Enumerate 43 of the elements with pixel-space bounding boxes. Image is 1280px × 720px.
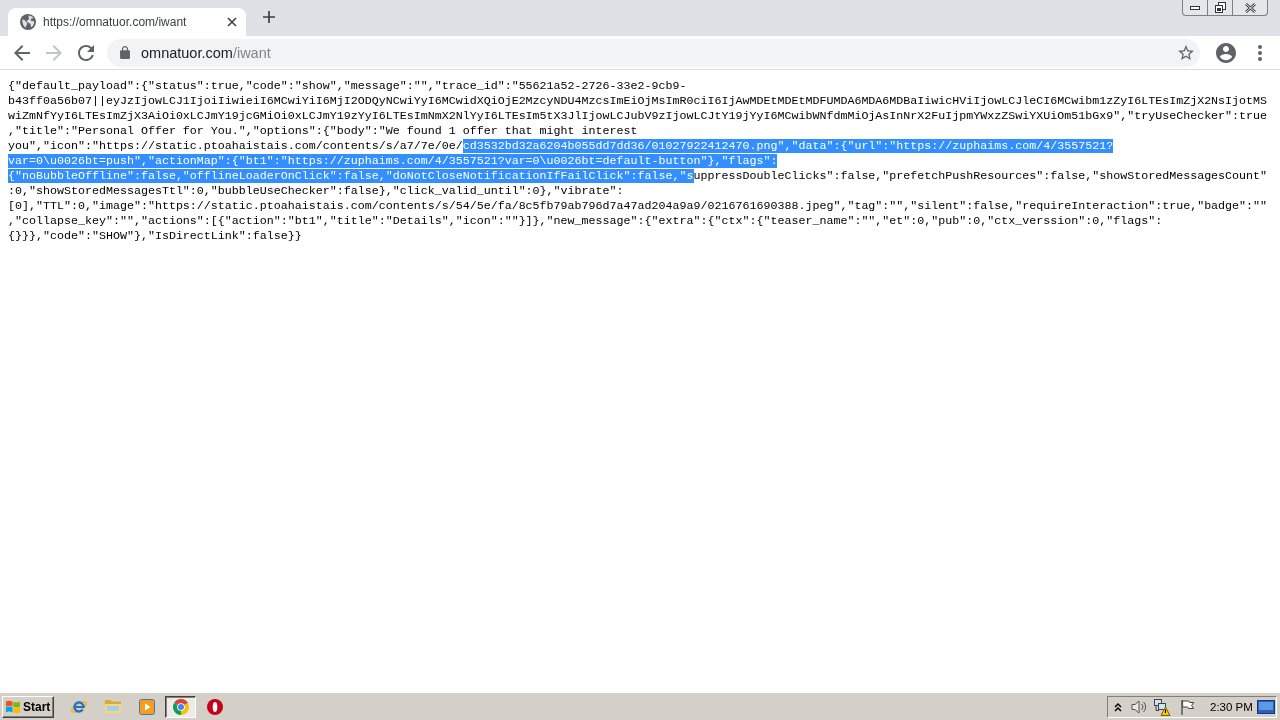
plus-icon[interactable]	[263, 11, 275, 23]
flag-icon[interactable]	[1179, 698, 1195, 715]
play-icon	[138, 698, 155, 715]
close-icon	[1244, 2, 1256, 13]
selected-text: {"noBubbleOffline":false,"offlineLoaderOnClick":false,"doNotCloseNotificationIfFailClick":false,"s	[8, 169, 694, 183]
globe-icon	[20, 14, 36, 30]
network-warning-icon[interactable]	[1153, 697, 1171, 716]
json-text: you","icon":"https://static.ptoahaistais.com/contents/s/a7/7e/0e/	[8, 139, 463, 153]
speaker-icon[interactable]	[1130, 698, 1148, 715]
taskbar-button[interactable]	[165, 695, 196, 718]
start-button[interactable]: Start	[2, 695, 54, 718]
selected-text: cd3532bd32a6204b055dd7dd36/01027922412470.png","data":{"url":"https://zuphaims.com/4/3557521?	[462, 139, 1114, 153]
json-text: uppressDoubleClicks":false,"prefetchPushResources":false,"showStoredMessagesCount"	[693, 169, 1268, 183]
menu-icon[interactable]	[1258, 44, 1262, 61]
reload-icon[interactable]	[78, 44, 94, 61]
json-text: wiZmNfYyI6LTEsImZjX3AiOi0xLCJmY19jcGMiOi0xLCJmY19zYyI6LTEsImNmX2NlYyI6LTEsIm5tX3JlIjowLCJubV9zIjowLCJtY19jYyI6MCwibWNfdmMiOjAsInNrX2FuIjpmYWxzZSwiYXUiOm51bGx9","tryUseChecker":true	[8, 109, 1268, 123]
back-arrow-icon[interactable]	[14, 44, 30, 61]
restore-icon	[1214, 2, 1226, 13]
json-text: {"default_payload":{"status":true,"code":"show","message":"","trace_id":"55621a52-2726-33e2-9cb9-	[8, 79, 687, 93]
start-logo-icon	[5, 698, 21, 715]
account-icon[interactable]	[1216, 42, 1236, 63]
star-icon[interactable]	[1178, 45, 1194, 60]
minimize-button[interactable]	[1182, 0, 1208, 16]
close-icon[interactable]	[227, 17, 237, 27]
restore-button[interactable]	[1208, 0, 1233, 16]
json-text: {}}},"code":"SHOW"},"IsDirectLink":false}}	[8, 229, 302, 243]
clock-time[interactable]: 2:30 PM	[1210, 700, 1253, 713]
json-text: b43ff0a56b07||eyJzIjowLCJ1IjoiIiwieiI6MCwiYiI6MjI2ODQyNCwiYyI6MCwidXQiOjE2MzcyNDU4MzcsImEiOjMsImR0ciI6IjAwMDEtMDEtMDFUMDA6MDA6MDBaIiwicHViIjowLCJleCI6MCwibm1zZyI6LTEsImZjX2NsIjotMS	[8, 94, 1268, 108]
lock-icon	[120, 46, 130, 59]
circle-logo-icon	[172, 698, 189, 715]
desktop-icon[interactable]	[1257, 699, 1275, 714]
address-bar[interactable]: omnatuor.com/iwant	[107, 38, 1200, 67]
ring-logo-icon	[206, 698, 223, 715]
double-chevron-icon[interactable]	[1114, 701, 1122, 712]
json-text: [0],"TTL":0,"image":"https://static.ptoahaistais.com/contents/s/54/5e/fa/8c5fb79ab796d7a47ad204a9a9/0216761690388.jpeg","tag":"","silent":false,"requireInteraction":true,"badge":""	[8, 199, 1268, 213]
json-text: :0,"showStoredMessagesTtl":0,"bubbleUseChecker":false},"click_valid_until":0},"vibrate":	[8, 184, 624, 198]
minimize-icon	[1190, 5, 1200, 10]
selected-text: var=0\u0026bt=push","actionMap":{"bt1":"https://zuphaims.com/4/3557521?var=0\u0026bt=default-button"},"flags":	[8, 154, 778, 168]
browser-tab[interactable]: https://omnatuor.com/iwant	[8, 8, 246, 36]
json-text: ,"title":"Personal Offer for You.","options":{"body":"We found 1 offer that might interest	[8, 124, 638, 138]
close-button[interactable]	[1233, 0, 1268, 16]
json-text: ,"collapse_key":"","actions":[{"action":"bt1","title":"Details","icon":""}]},"new_message":{"extra":{"ctx":{"teaser_name":"","et":0,"pub":0,"ctx_verssion":0,"flags":	[8, 214, 1163, 228]
folder-icon	[103, 699, 122, 714]
